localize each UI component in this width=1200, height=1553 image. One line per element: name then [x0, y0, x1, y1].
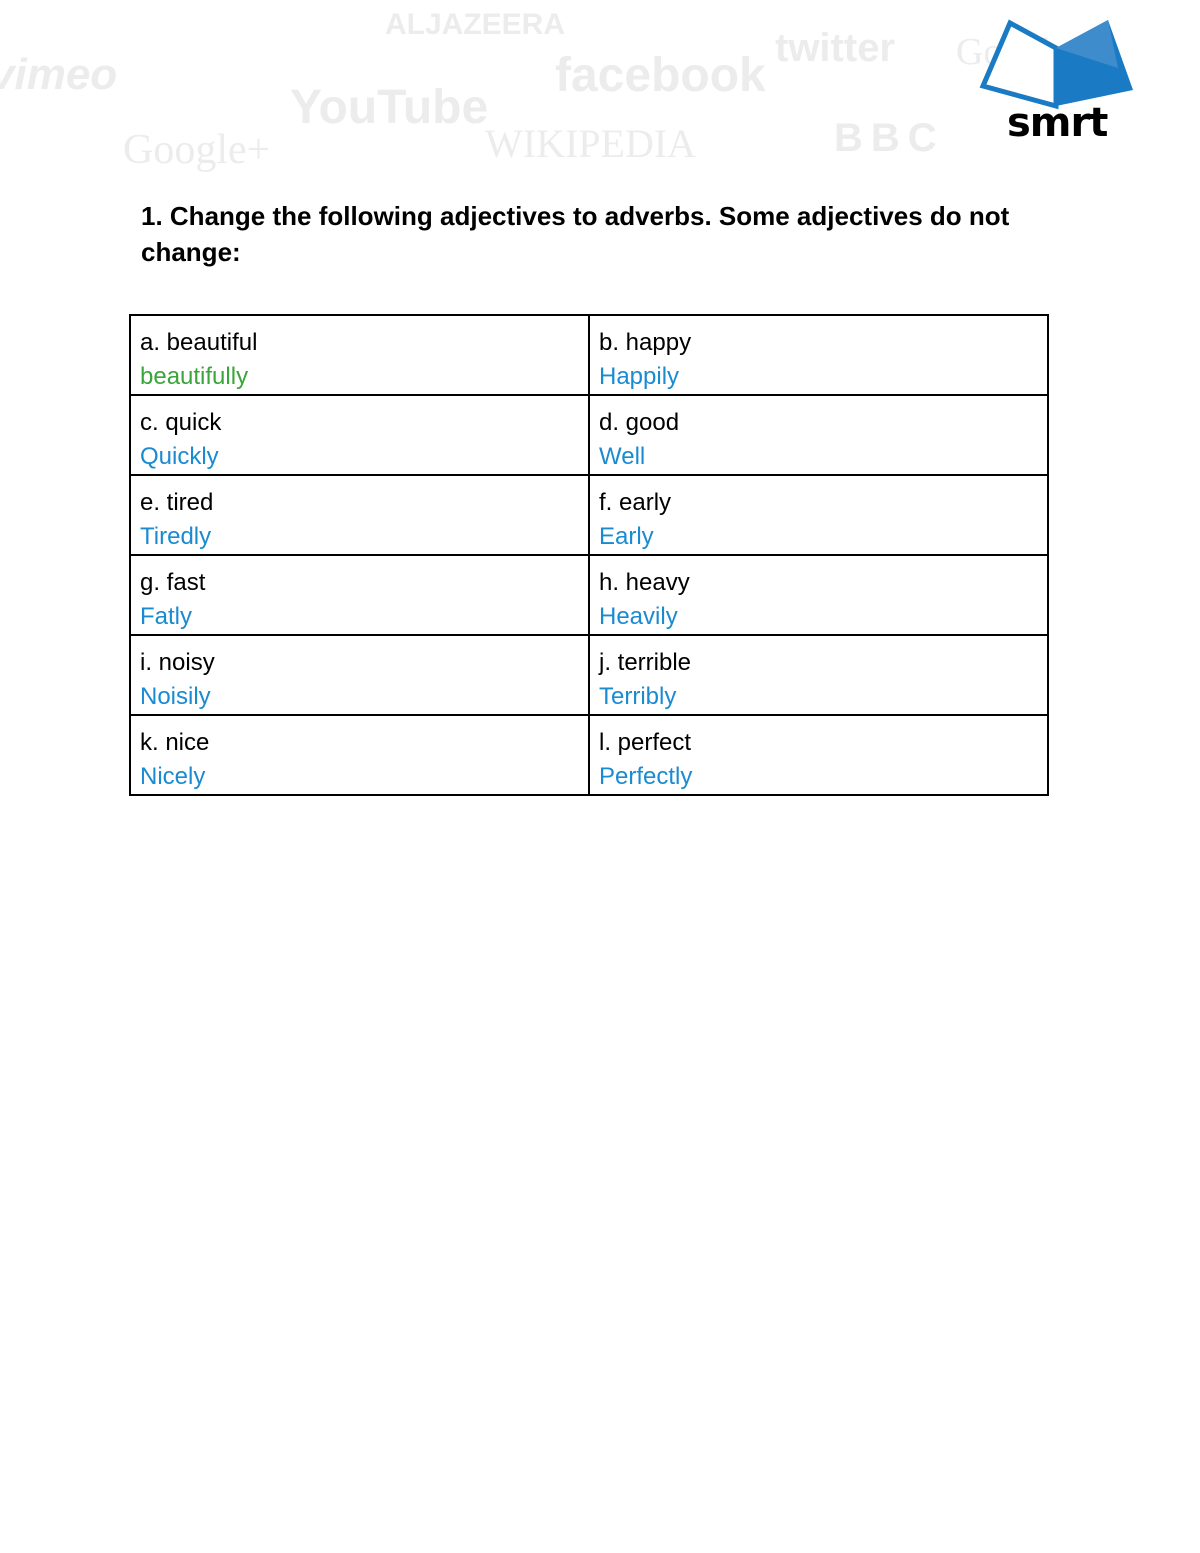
exercise-cell: e. tired Tiredly	[129, 474, 590, 556]
exercise-cell: i. noisy Noisily	[129, 634, 590, 716]
adverb-answer[interactable]: Perfectly	[599, 760, 1038, 794]
adjective-prompt: h. heavy	[599, 569, 690, 596]
table-row: g. fast Fatly h. heavy Heavily	[129, 554, 1049, 636]
adjective-prompt: d. good	[599, 409, 680, 436]
adjective-prompt: l. perfect	[599, 729, 692, 756]
exercise-cell: d. good Well	[588, 394, 1049, 476]
adverb-answer[interactable]: Early	[599, 520, 1038, 554]
smrt-logo-text: smrt	[1007, 100, 1108, 146]
youtube-logo: YouTube	[290, 81, 489, 134]
table-row: i. noisy Noisily j. terrible Terribly	[129, 634, 1049, 716]
table-row: a. beautiful beautifully b. happy Happily	[129, 314, 1049, 396]
adjective-prompt: i. noisy	[140, 649, 215, 676]
exercise-title: 1. Change the following adjectives to ad…	[141, 201, 1010, 267]
adverb-answer[interactable]: Nicely	[140, 760, 579, 794]
exercise-cell: h. heavy Heavily	[588, 554, 1049, 636]
adverb-answer[interactable]: Noisily	[140, 680, 579, 714]
table-row: c. quick Quickly d. good Well	[129, 394, 1049, 476]
adverb-answer[interactable]: Heavily	[599, 600, 1038, 634]
exercise-cell: l. perfect Perfectly	[588, 714, 1049, 796]
vimeo-logo: vimeo	[0, 50, 118, 99]
adjective-prompt: k. nice	[140, 729, 210, 756]
exercise-cell: f. early Early	[588, 474, 1049, 556]
google-plus-logo: Google+	[123, 127, 271, 173]
adjective-prompt: c. quick	[140, 409, 222, 436]
adjective-prompt: j. terrible	[599, 649, 692, 676]
adjective-prompt: a. beautiful	[140, 329, 258, 356]
wikipedia-logo: WIKIPEDIA	[485, 121, 697, 166]
aljazeera-logo: ALJAZEERA	[385, 8, 566, 41]
table-row: k. nice Nicely l. perfect Perfectly	[129, 714, 1049, 796]
adverb-answer[interactable]: Fatly	[140, 600, 579, 634]
adjective-prompt: f. early	[599, 489, 672, 516]
exercise-cell: j. terrible Terribly	[588, 634, 1049, 716]
facebook-logo: facebook	[555, 49, 766, 102]
adverb-answer[interactable]: Well	[599, 440, 1038, 474]
adverb-answer[interactable]: beautifully	[140, 360, 579, 394]
bbc-logo: BBC	[834, 116, 945, 160]
twitter-logo: twitter	[775, 26, 895, 70]
exercise-cell: b. happy Happily	[588, 314, 1049, 396]
adjective-prompt: e. tired	[140, 489, 214, 516]
adverb-answer[interactable]: Happily	[599, 360, 1038, 394]
exercise-cell: c. quick Quickly	[129, 394, 590, 476]
exercise-cell: g. fast Fatly	[129, 554, 590, 636]
adverb-answer[interactable]: Terribly	[599, 680, 1038, 714]
adverb-answer[interactable]: Tiredly	[140, 520, 579, 554]
adverb-answer[interactable]: Quickly	[140, 440, 579, 474]
table-row: e. tired Tiredly f. early Early	[129, 474, 1049, 556]
adjective-prompt: g. fast	[140, 569, 206, 596]
exercise-cell: a. beautiful beautifully	[129, 314, 590, 396]
exercise-table: a. beautiful beautifully b. happy Happily c.…	[129, 314, 1049, 796]
exercise-cell: k. nice Nicely	[129, 714, 590, 796]
adjective-prompt: b. happy	[599, 329, 692, 356]
